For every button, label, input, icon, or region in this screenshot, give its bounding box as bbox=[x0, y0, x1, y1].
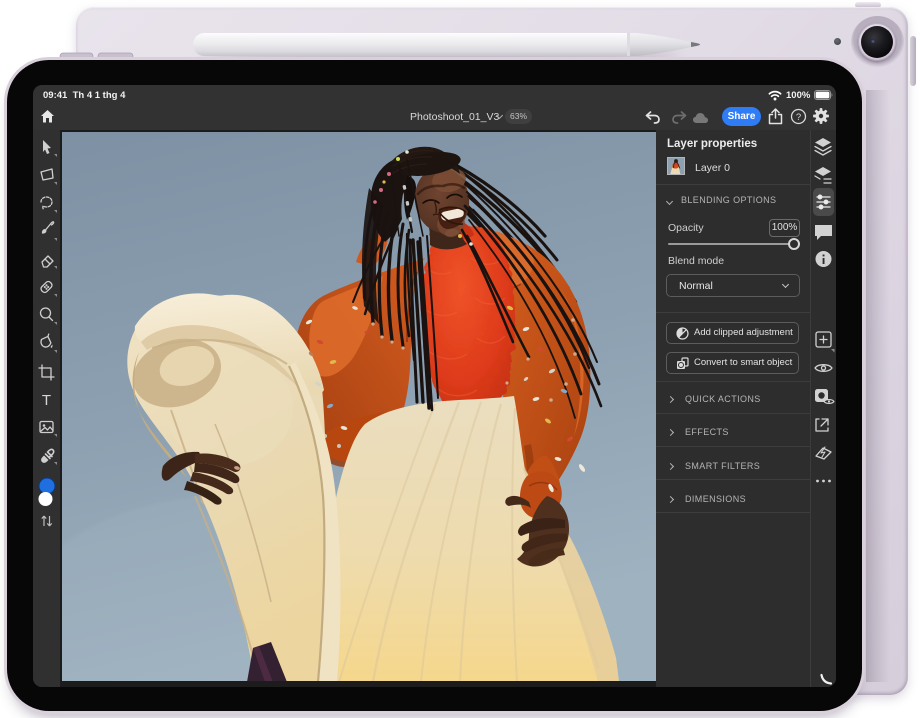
svg-text:?: ? bbox=[796, 112, 801, 123]
svg-text:T: T bbox=[42, 392, 51, 409]
